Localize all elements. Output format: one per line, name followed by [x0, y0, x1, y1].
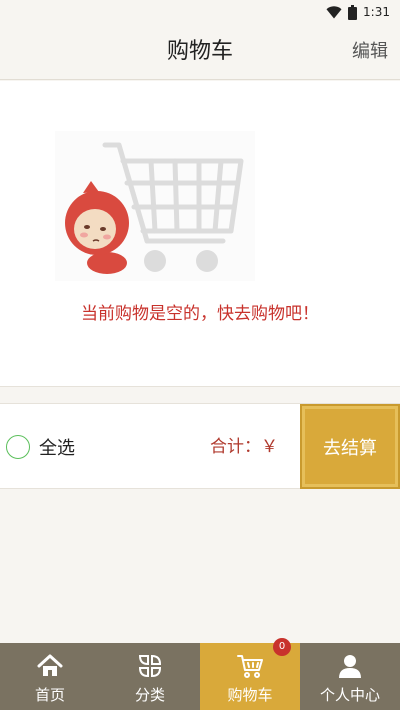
select-all-radio[interactable]: [6, 435, 30, 459]
edit-button[interactable]: 编辑: [352, 24, 388, 80]
page-title: 购物车: [166, 39, 233, 64]
checkout-button[interactable]: 去结算: [300, 404, 400, 489]
status-bar: 1:31: [0, 0, 400, 24]
tab-home-label: 首页: [34, 686, 65, 704]
cart-icon: [235, 652, 265, 680]
empty-cart-message: 当前购物是空的，快去购物吧！: [81, 304, 319, 324]
user-icon: [335, 652, 365, 680]
tab-category-label: 分类: [134, 686, 165, 704]
tab-home[interactable]: 首页: [0, 643, 100, 710]
select-all-label: 全选: [39, 438, 75, 459]
tab-cart[interactable]: 0 购物车: [200, 638, 300, 710]
tab-cart-label: 购物车: [227, 686, 273, 704]
total-amount: 合计：￥: [210, 437, 278, 457]
wifi-icon: [326, 5, 342, 18]
empty-cart-illustration: [55, 131, 255, 281]
status-time: 1:31: [363, 5, 390, 19]
bottom-tab-bar: 首页 分类 0 购物车 个人中心: [0, 638, 400, 710]
cart-badge: 0: [273, 638, 291, 656]
header: 购物车 编辑: [0, 24, 400, 80]
empty-cart-area: 当前购物是空的，快去购物吧！: [0, 81, 400, 387]
tab-profile[interactable]: 个人中心: [300, 643, 400, 710]
tab-profile-label: 个人中心: [319, 686, 380, 704]
status-icons: 1:31: [326, 2, 390, 22]
tab-category[interactable]: 分类: [100, 643, 200, 710]
category-icon: [135, 652, 165, 680]
select-all-toggle[interactable]: 全选: [6, 433, 75, 461]
checkout-bar: 全选 合计：￥ 去结算: [0, 403, 400, 489]
home-icon: [35, 652, 65, 680]
battery-icon: [348, 4, 358, 20]
